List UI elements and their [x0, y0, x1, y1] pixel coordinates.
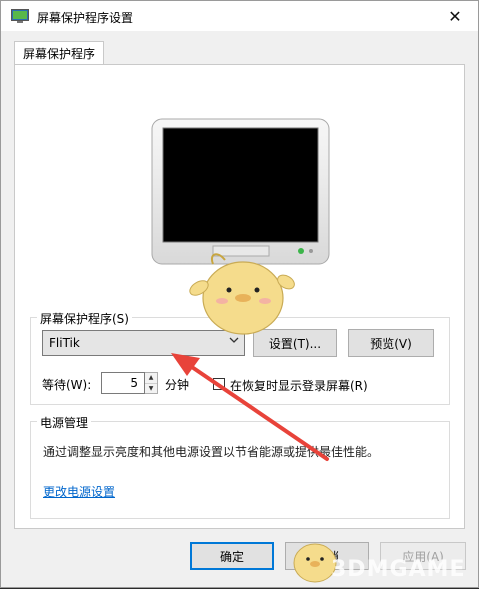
wait-label: 等待(W):: [42, 378, 92, 392]
screensaver-app-icon: [11, 9, 29, 23]
close-button[interactable]: ✕: [432, 1, 478, 31]
change-power-settings-link[interactable]: 更改电源设置: [43, 483, 115, 500]
screensaver-settings-window: 屏幕保护程序设置 ✕ 屏幕保护程序 屏幕保护程序(S) FliTik 设置(T)…: [0, 0, 479, 588]
title-bar: 屏幕保护程序设置 ✕: [1, 1, 478, 31]
watermark-text: 3DMGAME: [331, 557, 466, 582]
preview-button[interactable]: 预览(V): [348, 329, 434, 357]
ok-button[interactable]: 确定: [190, 542, 274, 570]
minutes-label: 分钟: [165, 378, 190, 392]
mascot-chick-icon: [189, 253, 295, 335]
wait-minutes-input[interactable]: 5: [101, 372, 145, 394]
wait-minutes-value: 5: [130, 376, 138, 390]
resume-logon-checkbox[interactable]: [213, 378, 225, 390]
screensaver-select-value: FliTik: [49, 336, 80, 350]
power-group-title: 电源管理: [37, 414, 92, 431]
close-icon: ✕: [448, 6, 462, 26]
spin-up-icon[interactable]: ▲: [145, 373, 157, 383]
power-description: 通过调整显示亮度和其他电源设置以节省能源或提供最佳性能。: [43, 445, 380, 459]
spin-down-icon[interactable]: ▼: [145, 383, 157, 394]
window-title: 屏幕保护程序设置: [37, 11, 134, 25]
screensaver-group-title: 屏幕保护程序(S): [37, 310, 132, 327]
wait-spinner: ▲ ▼: [145, 372, 158, 394]
tab-screensaver[interactable]: 屏幕保护程序: [14, 41, 104, 65]
power-group: 电源管理: [30, 414, 450, 519]
resume-logon-label: 在恢复时显示登录屏幕(R): [230, 379, 368, 393]
